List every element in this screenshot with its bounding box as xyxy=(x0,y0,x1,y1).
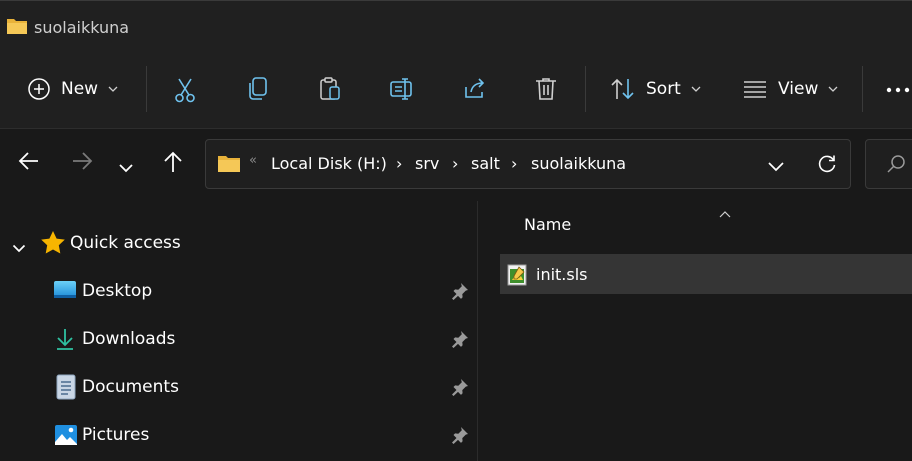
folder-icon xyxy=(6,17,28,39)
downloads-icon xyxy=(54,327,76,355)
cut-button[interactable] xyxy=(173,77,197,103)
recent-locations-chevron-icon[interactable] xyxy=(118,158,134,177)
file-name: init.sls xyxy=(536,265,588,284)
view-button-label: View xyxy=(778,79,819,99)
chevron-down-icon xyxy=(828,86,838,92)
sort-ascending-caret-icon xyxy=(719,203,731,222)
pin-icon[interactable] xyxy=(451,282,469,304)
chevron-down-icon xyxy=(691,86,701,92)
sidebar-item-label: Pictures xyxy=(82,425,150,445)
sidebar-item-desktop[interactable]: Desktop xyxy=(0,269,478,313)
up-arrow-icon[interactable] xyxy=(162,151,184,177)
toolbar-separator xyxy=(146,66,147,112)
refresh-icon[interactable] xyxy=(817,154,837,178)
new-button-label: New xyxy=(61,79,99,99)
sidebar-item-label: Desktop xyxy=(82,281,153,301)
window-title: suolaikkuna xyxy=(34,18,130,37)
breadcrumb-separator[interactable]: › xyxy=(452,154,458,173)
cut-icon xyxy=(173,77,197,103)
share-button[interactable] xyxy=(462,77,488,101)
pin-icon[interactable] xyxy=(451,330,469,352)
address-dropdown-chevron-icon[interactable] xyxy=(767,157,785,176)
breadcrumb-local-disk[interactable]: Local Disk (H:) xyxy=(271,154,387,173)
sidebar-item-documents[interactable]: Documents xyxy=(0,365,478,409)
command-bar: New Sort View xyxy=(0,51,912,129)
plus-circle-icon xyxy=(27,77,51,101)
breadcrumb-separator[interactable]: › xyxy=(511,154,517,173)
more-icon xyxy=(886,87,910,93)
copy-icon xyxy=(246,76,270,102)
sidebar-item-label: Downloads xyxy=(82,329,176,349)
breadcrumb-overflow[interactable]: « xyxy=(249,153,257,168)
forward-arrow-icon[interactable] xyxy=(71,151,93,175)
sort-button[interactable]: Sort xyxy=(610,77,701,101)
new-button[interactable]: New xyxy=(27,77,118,101)
pin-icon[interactable] xyxy=(451,378,469,400)
breadcrumb-separator[interactable]: › xyxy=(396,154,402,173)
toolbar-separator xyxy=(585,66,586,112)
see-more-button[interactable] xyxy=(886,87,910,93)
file-row[interactable]: init.sls xyxy=(500,254,912,294)
navigation-bar: « Local Disk (H:) › srv › salt › suolaik… xyxy=(0,129,912,201)
breadcrumb-salt[interactable]: salt xyxy=(471,154,500,173)
rename-button[interactable] xyxy=(389,77,415,101)
rename-icon xyxy=(389,77,415,101)
pin-icon[interactable] xyxy=(451,426,469,448)
copy-button[interactable] xyxy=(246,76,270,102)
folder-icon xyxy=(217,154,241,177)
view-button[interactable]: View xyxy=(742,79,838,99)
sidebar-item-quick-access[interactable]: Quick access xyxy=(0,221,478,265)
paste-icon xyxy=(318,76,342,102)
sidebar-item-downloads[interactable]: Downloads xyxy=(0,317,478,361)
view-icon xyxy=(742,79,768,99)
chevron-down-icon[interactable] xyxy=(12,238,26,257)
sidebar-item-label: Quick access xyxy=(70,233,181,253)
delete-icon xyxy=(534,76,558,102)
pictures-icon xyxy=(54,424,78,450)
search-icon xyxy=(886,154,906,178)
star-icon xyxy=(40,230,66,259)
address-bar[interactable]: « Local Disk (H:) › srv › salt › suolaik… xyxy=(205,139,851,189)
sort-button-label: Sort xyxy=(646,79,681,99)
title-bar: suolaikkuna xyxy=(0,1,912,51)
delete-button[interactable] xyxy=(534,76,558,102)
back-arrow-icon[interactable] xyxy=(18,151,40,175)
documents-icon xyxy=(56,374,76,404)
toolbar-separator xyxy=(862,66,863,112)
paste-button[interactable] xyxy=(318,76,342,102)
sidebar-item-pictures[interactable]: Pictures xyxy=(0,413,478,457)
sls-file-icon xyxy=(507,264,527,290)
chevron-down-icon xyxy=(108,86,118,92)
sort-icon xyxy=(610,77,636,101)
desktop-icon xyxy=(53,280,77,304)
search-box[interactable] xyxy=(865,139,912,189)
file-list: Name init.sls xyxy=(478,201,912,461)
share-icon xyxy=(462,77,488,101)
sidebar-item-label: Documents xyxy=(82,377,179,397)
navigation-pane: Quick access Desktop Downloads Documents xyxy=(0,201,478,461)
column-header-name[interactable]: Name xyxy=(524,215,571,234)
breadcrumb-suolaikkuna[interactable]: suolaikkuna xyxy=(531,154,626,173)
breadcrumb-srv[interactable]: srv xyxy=(415,154,439,173)
